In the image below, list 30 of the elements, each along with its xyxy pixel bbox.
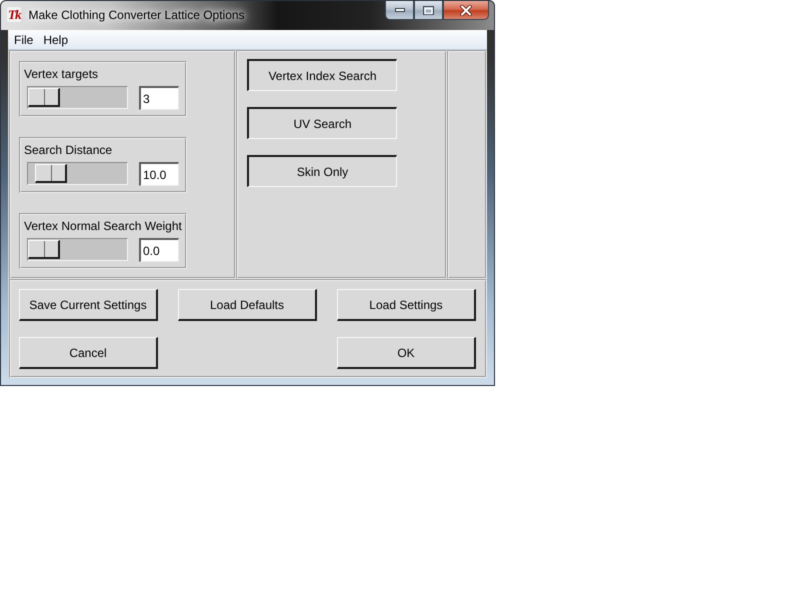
maximize-button[interactable] [414, 1, 443, 20]
maximize-icon [423, 6, 434, 14]
menu-item[interactable]: Help [38, 32, 74, 48]
cancel-button[interactable]: Cancel [19, 337, 158, 369]
slider-label: Vertex Normal Search Weight [24, 219, 183, 233]
slider-thumb[interactable] [35, 164, 68, 183]
slider-track[interactable] [27, 86, 128, 109]
slider-label: Search Distance [24, 143, 114, 157]
window-title: Make Clothing Converter Lattice Options [28, 8, 245, 23]
slider-track[interactable] [27, 238, 128, 261]
toggle-button[interactable]: Vertex Index Search [247, 59, 397, 91]
action-button[interactable]: Save Current Settings [19, 289, 158, 321]
action-button[interactable]: Load Settings [337, 289, 476, 321]
close-button[interactable] [443, 1, 489, 20]
slider-thumb[interactable] [28, 88, 60, 107]
toggle-button[interactable]: Skin Only [247, 155, 397, 187]
close-icon [460, 4, 472, 16]
app-logo: Tk [7, 7, 22, 22]
menu-item[interactable]: File [9, 32, 38, 48]
action-button[interactable]: Load Defaults [178, 289, 317, 321]
value-field[interactable]: 3 [139, 86, 179, 110]
slider-thumb[interactable] [28, 240, 60, 259]
slider-label: Vertex targets [24, 67, 100, 81]
ok-button[interactable]: OK [337, 337, 476, 369]
minimize-button[interactable] [385, 1, 414, 20]
toggle-button[interactable]: UV Search [247, 107, 397, 139]
slider-track[interactable] [27, 162, 128, 185]
value-field[interactable]: 10.0 [139, 162, 179, 186]
value-field[interactable]: 0.0 [139, 238, 179, 262]
minimize-icon [394, 8, 404, 12]
